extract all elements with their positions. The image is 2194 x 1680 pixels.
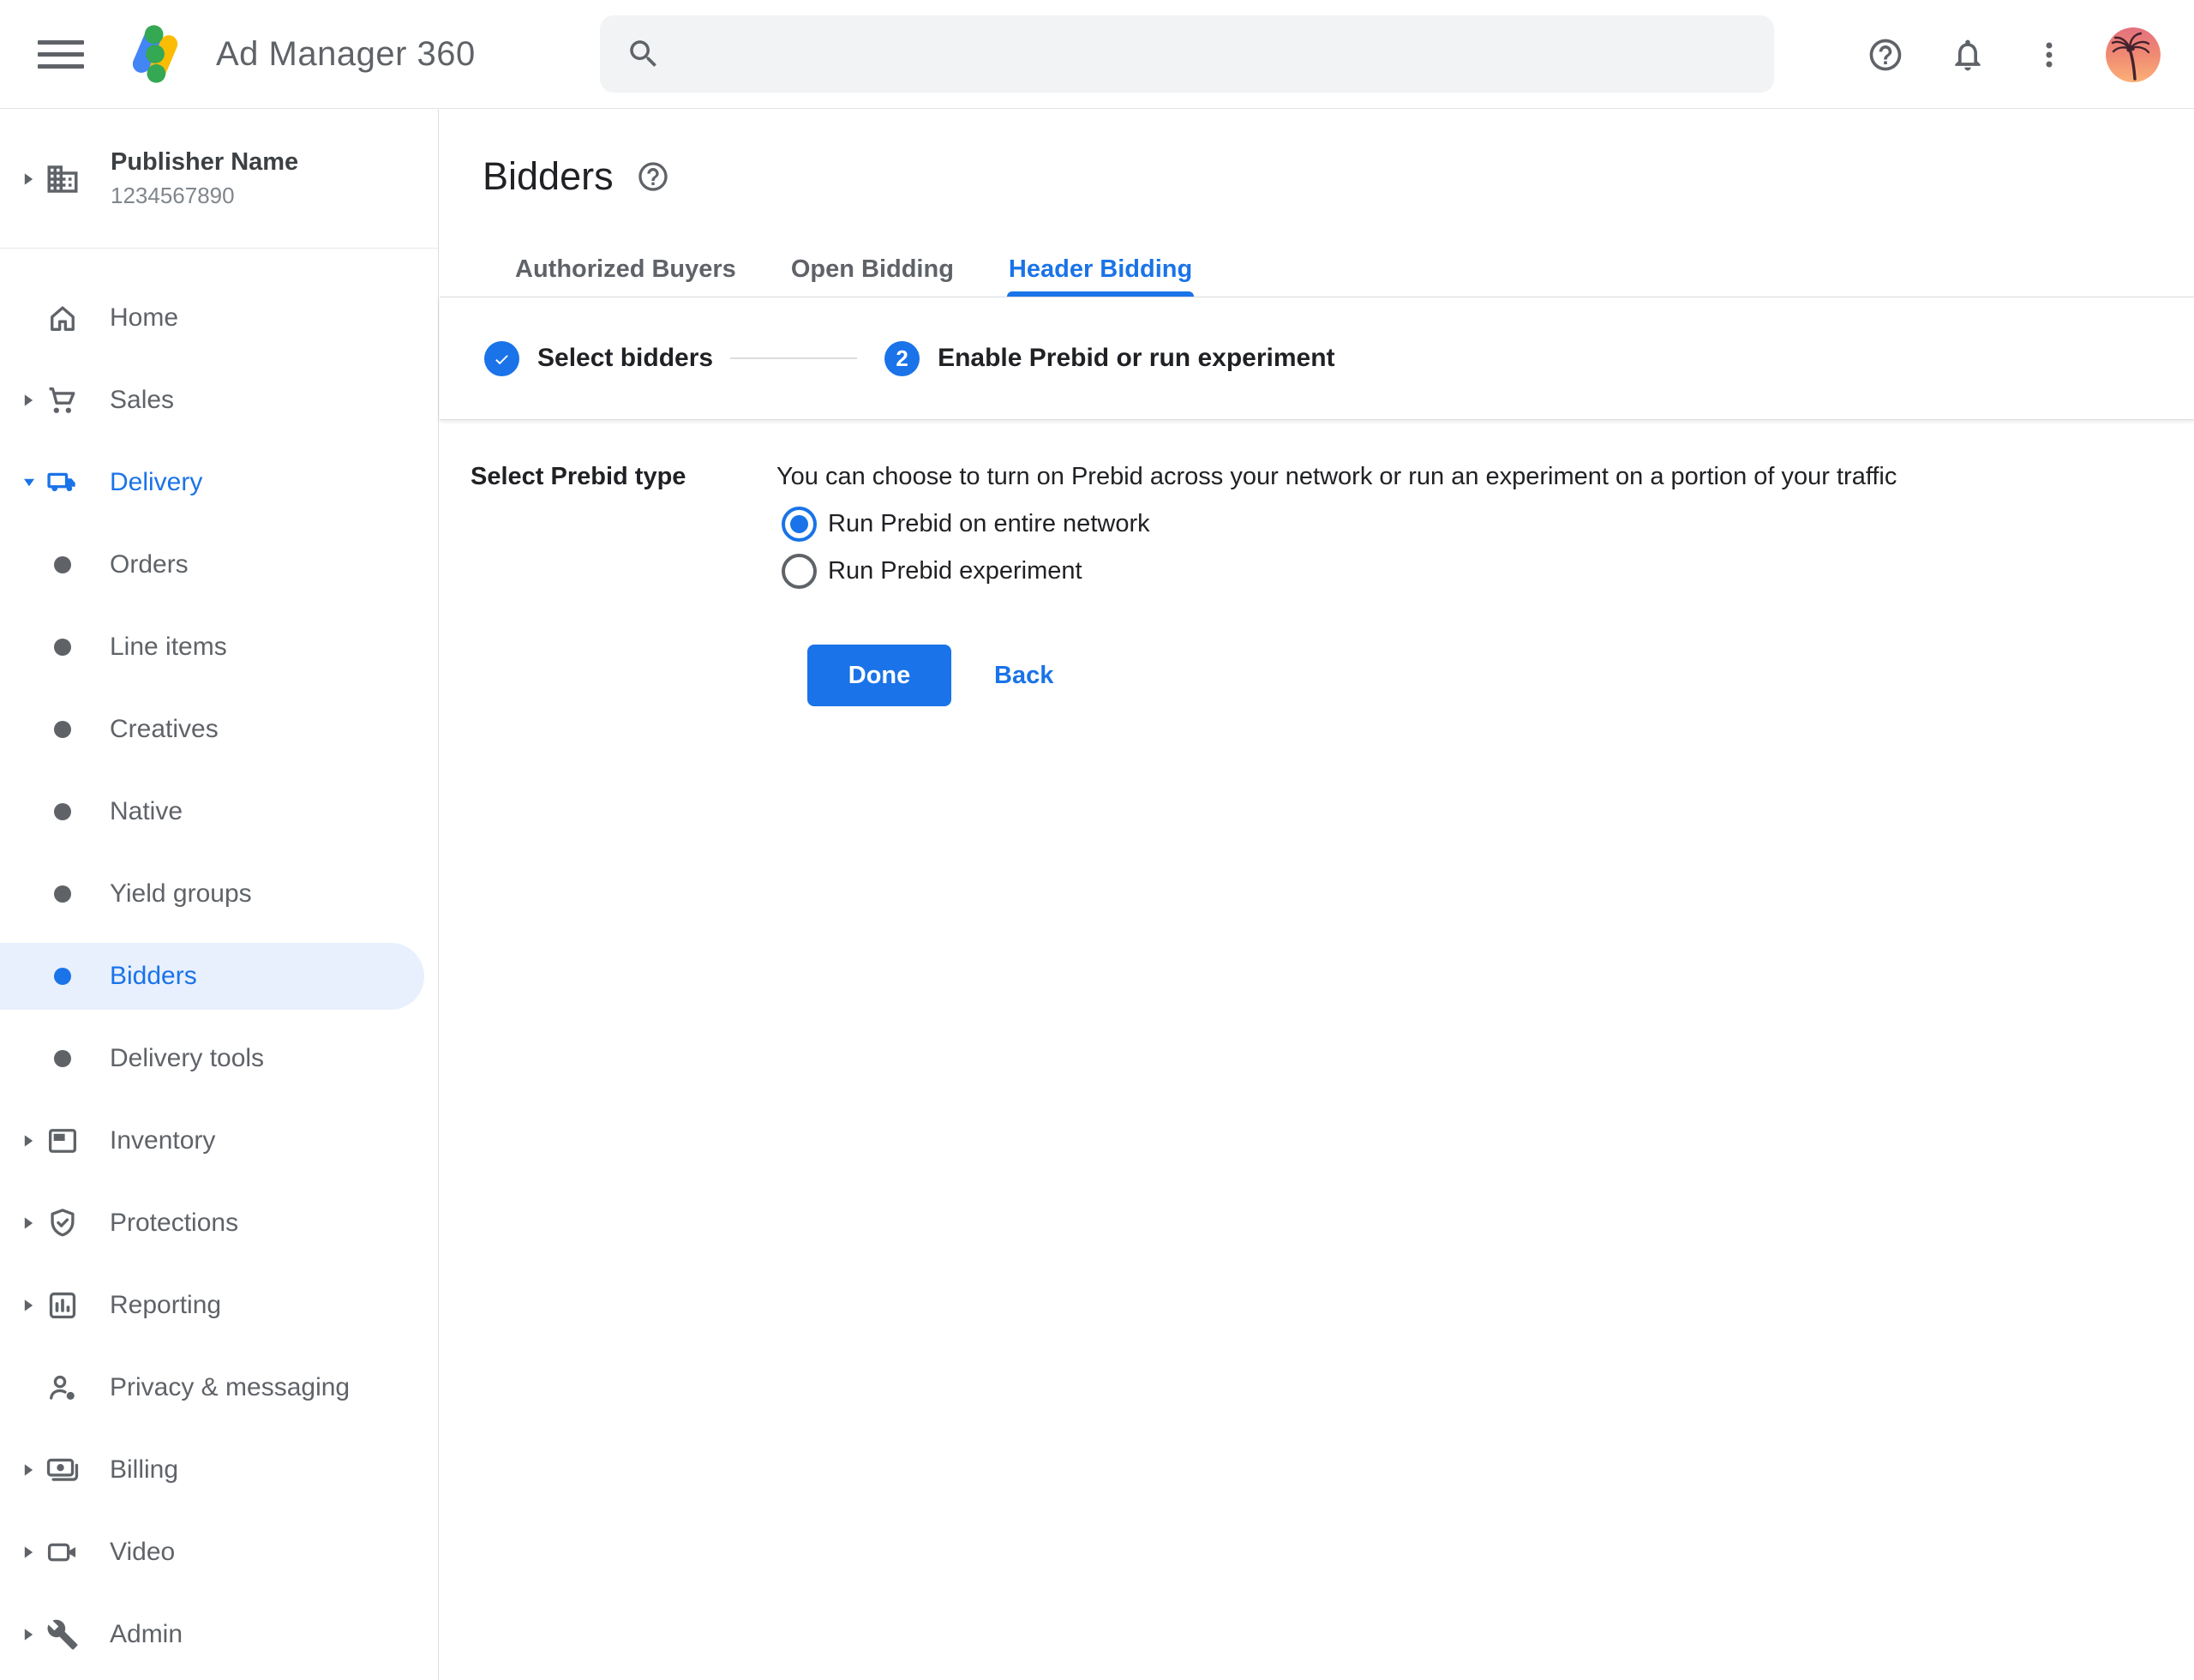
sidebar: Publisher Name 1234567890 Home Sales Del… — [0, 110, 439, 1680]
step-select-bidders[interactable]: Select bidders — [484, 341, 713, 376]
stepper: Select bidders 2 Enable Prebid or run ex… — [440, 297, 2194, 420]
step-connector — [730, 357, 857, 359]
topbar-actions — [1867, 0, 2161, 109]
ad-manager-logo — [125, 20, 185, 88]
page-title: Bidders — [483, 154, 614, 199]
sidebar-item-home[interactable]: Home — [0, 277, 438, 359]
form-label: Select Prebid type — [471, 459, 776, 706]
person-badge-icon — [45, 1370, 81, 1406]
building-icon — [45, 161, 81, 197]
tabs: Authorized Buyers Open Bidding Header Bi… — [440, 242, 2194, 297]
bullet-icon — [54, 639, 71, 656]
bullet-icon — [54, 803, 71, 820]
chevron-down-icon — [22, 477, 36, 488]
chevron-right-icon — [22, 393, 35, 407]
help-icon[interactable] — [1867, 36, 1904, 74]
payments-icon — [45, 1452, 81, 1488]
sidebar-item-bidders[interactable]: Bidders — [0, 935, 438, 1017]
prebid-type-radio-group: Run Prebid on entire network Run Prebid … — [782, 501, 1897, 595]
sidebar-item-admin[interactable]: Admin — [0, 1593, 438, 1676]
chevron-right-icon — [22, 1299, 35, 1312]
sidebar-item-delivery-tools[interactable]: Delivery tools — [0, 1017, 438, 1100]
chevron-right-icon — [22, 1463, 35, 1477]
chevron-right-icon — [22, 1545, 35, 1559]
sidebar-item-inventory[interactable]: Inventory — [0, 1100, 438, 1182]
bullet-icon — [54, 885, 71, 903]
back-button[interactable]: Back — [994, 662, 1053, 690]
step-number: 2 — [884, 341, 920, 376]
bullet-icon — [54, 968, 71, 985]
title-row: Bidders — [483, 154, 2194, 199]
home-icon — [45, 300, 81, 336]
top-app-bar: Ad Manager 360 — [0, 0, 2194, 109]
prebid-type-form: Select Prebid type You can choose to tur… — [440, 420, 2194, 706]
video-camera-icon — [45, 1534, 81, 1570]
bullet-icon — [54, 556, 71, 573]
search-icon — [626, 36, 662, 72]
cart-icon — [45, 382, 81, 418]
tab-authorized-buyers[interactable]: Authorized Buyers — [488, 242, 764, 297]
bell-icon[interactable] — [1949, 36, 1987, 74]
radio-run-prebid-entire-network[interactable]: Run Prebid on entire network — [782, 501, 1897, 548]
wrench-icon — [46, 1618, 79, 1651]
chevron-right-icon — [22, 1134, 35, 1148]
step-enable-prebid[interactable]: 2 Enable Prebid or run experiment — [884, 341, 1334, 376]
sidebar-item-yield-groups[interactable]: Yield groups — [0, 853, 438, 935]
search-bar[interactable] — [600, 15, 1774, 93]
sidebar-item-privacy-messaging[interactable]: Privacy & messaging — [0, 1347, 438, 1429]
sidebar-item-orders[interactable]: Orders — [0, 524, 438, 606]
sidebar-item-native[interactable]: Native — [0, 771, 438, 853]
sidebar-item-delivery[interactable]: Delivery — [0, 441, 438, 524]
chevron-right-icon — [22, 1628, 35, 1641]
sidebar-item-sales[interactable]: Sales — [0, 359, 438, 441]
truck-icon — [45, 465, 81, 501]
form-description: You can choose to turn on Prebid across … — [776, 459, 1897, 494]
done-button[interactable]: Done — [807, 645, 951, 706]
bullet-icon — [54, 721, 71, 738]
radio-button-icon — [782, 507, 817, 542]
sidebar-item-line-items[interactable]: Line items — [0, 606, 438, 688]
step-done-check-icon — [484, 341, 519, 376]
help-icon[interactable] — [636, 159, 670, 194]
main-content: Bidders Authorized Buyers Open Bidding H… — [440, 110, 2194, 1680]
sidebar-item-creatives[interactable]: Creatives — [0, 688, 438, 771]
product-name: Ad Manager 360 — [216, 35, 476, 74]
sidebar-item-reporting[interactable]: Reporting — [0, 1264, 438, 1347]
tab-open-bidding[interactable]: Open Bidding — [764, 242, 981, 297]
sidebar-menu: Home Sales Delivery Orders Line item — [0, 249, 438, 1676]
radio-run-prebid-experiment[interactable]: Run Prebid experiment — [782, 548, 1897, 595]
avatar[interactable] — [2106, 27, 2161, 82]
form-actions: Done Back — [807, 645, 1897, 706]
bar-chart-icon — [45, 1287, 81, 1323]
menu-icon[interactable] — [38, 37, 84, 71]
chevron-right-icon — [22, 172, 35, 186]
search-input[interactable] — [684, 39, 1748, 69]
bullet-icon — [54, 1050, 71, 1067]
sidebar-item-protections[interactable]: Protections — [0, 1182, 438, 1264]
tab-header-bidding[interactable]: Header Bidding — [981, 242, 1220, 297]
publisher-id: 1234567890 — [111, 183, 298, 209]
kebab-menu-icon[interactable] — [2030, 36, 2068, 74]
radio-button-icon — [782, 554, 817, 589]
sidebar-item-billing[interactable]: Billing — [0, 1429, 438, 1511]
ad-manager-app: Ad Manager 360 — [0, 0, 2194, 1680]
shield-check-icon — [45, 1205, 81, 1241]
publisher-name: Publisher Name — [111, 148, 298, 177]
chevron-right-icon — [22, 1216, 35, 1230]
sidebar-item-video[interactable]: Video — [0, 1511, 438, 1593]
publisher-switcher[interactable]: Publisher Name 1234567890 — [0, 110, 438, 249]
ad-units-icon — [45, 1123, 81, 1159]
